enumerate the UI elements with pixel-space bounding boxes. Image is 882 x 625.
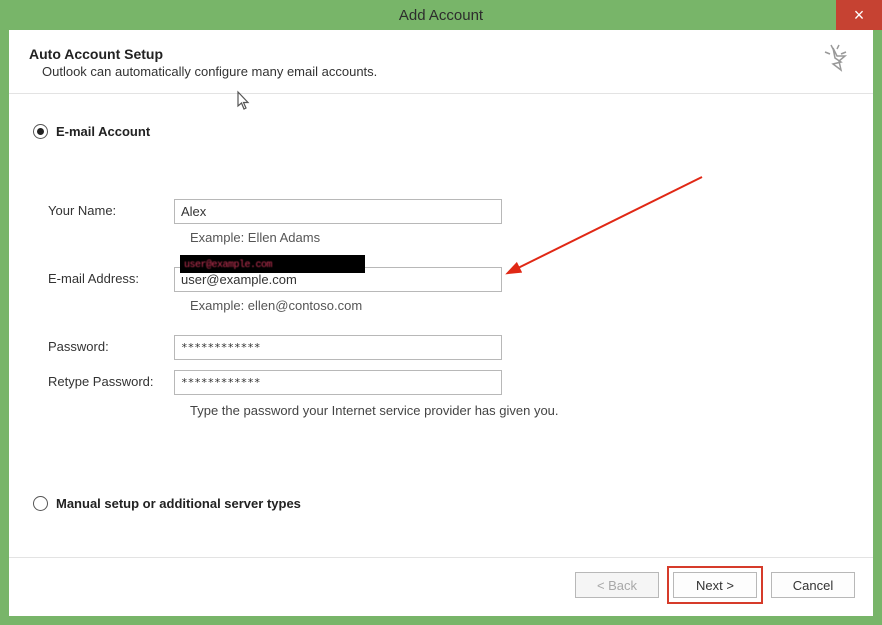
row-email: E-mail Address: Example: ellen@contoso.c…	[48, 267, 849, 329]
titlebar: Add Account ×	[0, 0, 882, 30]
label-your-name: Your Name:	[48, 199, 174, 218]
radio-manual-setup-label: Manual setup or additional server types	[56, 496, 301, 511]
close-icon: ×	[854, 6, 865, 24]
wizard-footer: < Back Next > Cancel	[9, 558, 873, 616]
input-email[interactable]	[174, 267, 502, 292]
content-area: Auto Account Setup Outlook can automatic…	[9, 30, 873, 616]
hint-password: Type the password your Internet service …	[190, 403, 559, 418]
add-account-window: Add Account × Auto Account Setup Outlook…	[0, 0, 882, 625]
cancel-button[interactable]: Cancel	[771, 572, 855, 598]
header-subtitle: Outlook can automatically configure many…	[42, 64, 853, 79]
next-button[interactable]: Next >	[673, 572, 757, 598]
header-title: Auto Account Setup	[29, 46, 853, 62]
close-button[interactable]: ×	[836, 0, 882, 30]
label-retype-password: Retype Password:	[48, 370, 174, 389]
radio-email-account[interactable]: E-mail Account	[33, 124, 849, 139]
row-your-name: Your Name: Example: Ellen Adams	[48, 199, 849, 261]
form-body: E-mail Account Your Name: Example: Ellen…	[9, 94, 873, 557]
row-retype-password: Retype Password: Type the password your …	[48, 370, 849, 418]
setup-click-icon	[821, 42, 855, 79]
row-password: Password:	[48, 335, 849, 360]
radio-email-account-label: E-mail Account	[56, 124, 150, 139]
radio-manual-setup[interactable]: Manual setup or additional server types	[33, 496, 849, 511]
label-password: Password:	[48, 335, 174, 354]
radio-email-account-input[interactable]	[33, 124, 48, 139]
window-title: Add Account	[399, 7, 483, 24]
radio-manual-setup-input[interactable]	[33, 496, 48, 511]
wizard-header: Auto Account Setup Outlook can automatic…	[9, 30, 873, 94]
example-email: Example: ellen@contoso.com	[190, 298, 502, 313]
input-password[interactable]	[174, 335, 502, 360]
label-email: E-mail Address:	[48, 267, 174, 286]
input-your-name[interactable]	[174, 199, 502, 224]
back-button: < Back	[575, 572, 659, 598]
input-retype-password[interactable]	[174, 370, 502, 395]
next-button-highlight: Next >	[667, 566, 763, 604]
example-your-name: Example: Ellen Adams	[190, 230, 502, 245]
